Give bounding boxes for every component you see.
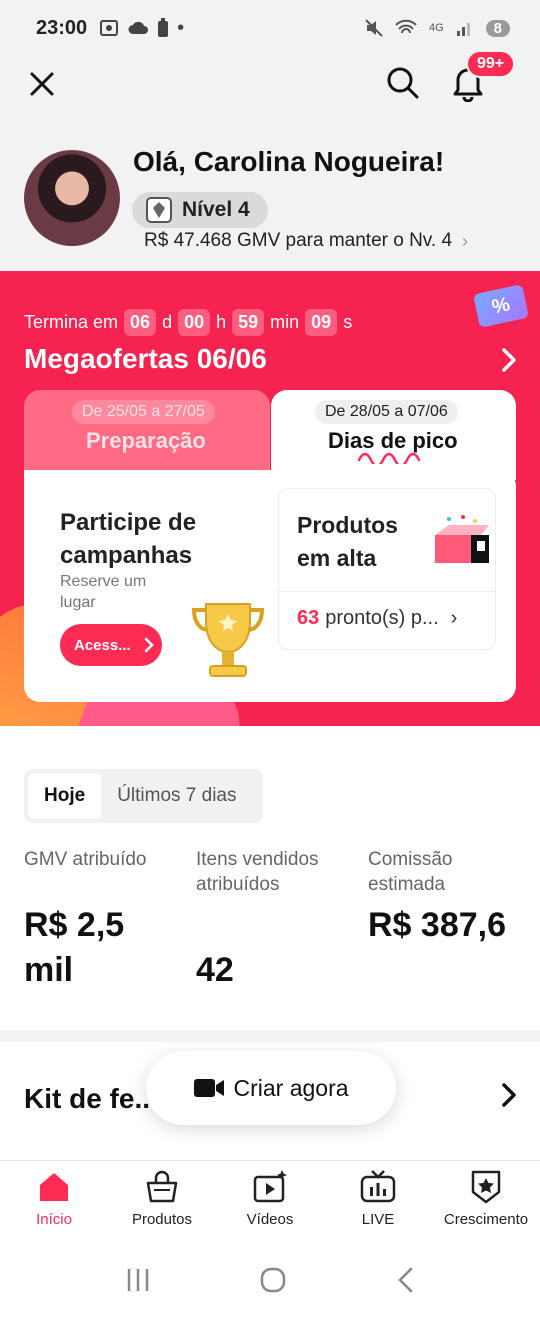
tab-label: Preparação: [86, 428, 206, 453]
metric-gmv: GMV atribuído R$ 2,5 mil: [24, 847, 184, 989]
divider: [279, 591, 495, 592]
countdown-hours-unit: h: [216, 312, 227, 332]
gmv-to-keep-text: R$ 47.468 GMV para manter o Nv. 4: [144, 230, 453, 251]
chevron-right-icon[interactable]: [496, 1082, 522, 1108]
bottom-nav: Início Produtos Vídeos LIVE Crescimento: [0, 1160, 540, 1240]
bag-icon: [146, 1170, 178, 1203]
level-chip[interactable]: Nível 4: [132, 192, 268, 228]
gmv-to-keep-link[interactable]: R$ 47.468 GMV para manter o Nv. 4 ›: [144, 230, 468, 252]
battery-saver-icon: [158, 18, 169, 37]
system-nav-bar: [0, 1240, 540, 1320]
countdown: Termina em 06 d 00 h 59 min 09 s: [24, 309, 352, 336]
create-now-button[interactable]: Criar agora: [146, 1051, 396, 1125]
header: Olá, Carolina Nogueira! Nível 4 R$ 47.46…: [0, 56, 540, 271]
nav-label: Produtos: [131, 1211, 193, 1228]
stats-section: Hoje Últimos 7 dias GMV atribuído R$ 2,5…: [0, 726, 540, 1030]
countdown-days: 06: [124, 309, 157, 336]
nav-crescimento[interactable]: Crescimento: [432, 1161, 540, 1240]
wifi-icon: [395, 19, 417, 34]
chevron-right-icon[interactable]: [496, 347, 522, 373]
home-icon: [40, 1173, 68, 1201]
campaign-subtitle: Reserve um lugar: [60, 573, 147, 611]
notification-badge: 99+: [466, 50, 516, 78]
trending-count-row[interactable]: 63 pronto(s) p... ›: [297, 607, 457, 630]
countdown-seconds-unit: s: [343, 312, 353, 332]
countdown-prefix: Termina em: [24, 312, 119, 332]
status-bar: 23:00 • 4G 8: [0, 0, 540, 56]
nav-label: Vídeos: [246, 1211, 294, 1228]
trending-title: Produtos em alta: [297, 512, 398, 571]
recent-apps-icon[interactable]: [124, 1267, 152, 1293]
access-button-label: Acess...: [74, 636, 131, 654]
period-today[interactable]: Hoje: [28, 773, 102, 819]
screenshot-icon: [100, 20, 119, 36]
growth-badge-icon: [471, 1170, 501, 1204]
status-right-icons: 4G 8: [365, 19, 510, 37]
live-tv-icon: [360, 1170, 396, 1203]
countdown-days-unit: d: [162, 312, 173, 332]
level-label: Nível 4: [182, 198, 250, 221]
home-button-icon[interactable]: [259, 1266, 287, 1294]
create-now-label: Criar agora: [233, 1074, 349, 1101]
chevron-right-icon: [144, 637, 154, 653]
metric-label: Itens vendidos atribuídos: [196, 849, 319, 895]
trending-count: 63: [297, 607, 320, 629]
metric-value: 42: [196, 951, 234, 989]
tab-date: De 25/05 a 27/05: [72, 400, 215, 424]
section-divider: [0, 1030, 540, 1042]
chevron-right-icon: ›: [450, 607, 458, 629]
metric-commission: Comissão estimada R$ 387,6: [368, 847, 528, 944]
active-tab-indicator: [357, 452, 421, 464]
countdown-seconds: 09: [305, 309, 338, 336]
signal-icon: [456, 23, 470, 36]
campaign-title: Participe de campanhas: [60, 509, 197, 569]
countdown-hours: 00: [178, 309, 211, 336]
metric-label: GMV atribuído: [24, 849, 147, 870]
access-button[interactable]: Acess...: [60, 624, 162, 666]
nav-label: Início: [36, 1211, 72, 1228]
tab-date: De 28/05 a 07/06: [315, 400, 458, 424]
trophy-icon: [191, 603, 265, 677]
network-type: 4G: [428, 22, 444, 34]
promo-title[interactable]: Megaofertas 06/06: [24, 343, 267, 375]
metric-items-sold: Itens vendidos atribuídos 42: [196, 847, 356, 989]
cloud-icon: [128, 21, 149, 34]
nav-videos[interactable]: Vídeos: [216, 1161, 324, 1240]
close-icon[interactable]: [26, 68, 58, 100]
campaign-card: Participe de campanhas Reserve um lugar …: [24, 470, 516, 702]
nav-inicio[interactable]: Início: [0, 1161, 108, 1240]
dot-icon: •: [177, 16, 185, 39]
level-badge-icon: [146, 197, 172, 223]
back-icon[interactable]: [394, 1266, 416, 1294]
countdown-minutes: 59: [232, 309, 265, 336]
mute-icon: [365, 19, 383, 37]
avatar[interactable]: [24, 150, 120, 246]
chevron-right-icon: ›: [462, 230, 469, 251]
tab-dias-de-pico[interactable]: De 28/05 a 07/06 Dias de pico: [271, 390, 516, 480]
coupon-icon: %: [473, 284, 529, 328]
tab-preparacao[interactable]: De 25/05 a 27/05 Preparação: [24, 390, 270, 470]
trending-suffix: pronto(s) p...: [325, 607, 439, 629]
megaofertas-banner: % Termina em 06 d 00 h 59 min 09 s Megao…: [0, 271, 540, 726]
nav-live[interactable]: LIVE: [324, 1161, 432, 1240]
period-7-days[interactable]: Últimos 7 dias: [101, 773, 252, 819]
status-left-icons: •: [99, 17, 184, 40]
battery-level: 8: [485, 19, 510, 37]
countdown-minutes-unit: min: [270, 312, 300, 332]
trending-products-card[interactable]: Produtos em alta 63 pronto(s) p... ›: [278, 488, 496, 650]
greeting: Olá, Carolina Nogueira!: [133, 146, 445, 177]
period-selector: Hoje Últimos 7 dias: [24, 769, 263, 823]
metric-value: R$ 2,5 mil: [24, 906, 125, 989]
status-time: 23:00: [36, 16, 88, 39]
nav-produtos[interactable]: Produtos: [108, 1161, 216, 1240]
video-icon: [253, 1170, 287, 1203]
metric-value: R$ 387,6: [368, 906, 506, 944]
video-camera-icon: [194, 1079, 225, 1097]
gift-box-icon: [435, 515, 489, 563]
search-icon[interactable]: [384, 64, 420, 100]
nav-label: LIVE: [361, 1211, 395, 1228]
metric-label: Comissão estimada: [368, 849, 453, 895]
nav-label: Crescimento: [443, 1211, 529, 1228]
